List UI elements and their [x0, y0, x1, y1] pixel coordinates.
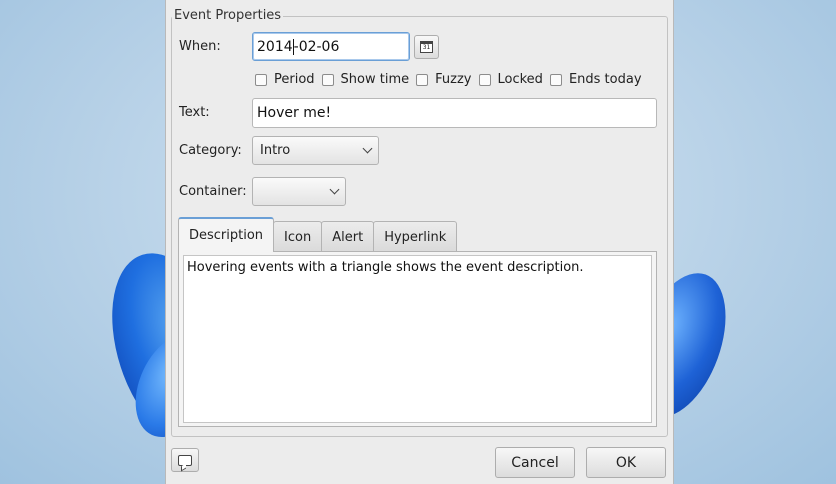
help-button[interactable] [171, 448, 199, 472]
date-text-part1: 2014 [257, 38, 293, 55]
container-select[interactable] [252, 177, 346, 206]
chevron-down-icon [362, 143, 373, 154]
calendar-button[interactable]: 31 [414, 35, 439, 59]
checkbox-box[interactable] [255, 73, 267, 86]
calendar-icon: 31 [420, 41, 433, 53]
category-label: Category: [179, 143, 242, 158]
tab-alert[interactable]: Alert [321, 221, 375, 252]
chevron-down-icon [329, 184, 340, 195]
locked-checkbox[interactable]: Locked [478, 72, 543, 87]
checkbox-box[interactable] [321, 73, 334, 86]
text-input[interactable]: Hover me! [252, 98, 657, 128]
checkbox-box[interactable] [416, 73, 429, 86]
ends-today-label: Ends today [568, 72, 642, 87]
tab-icon[interactable]: Icon [273, 221, 323, 252]
tab-description[interactable]: Description [178, 217, 275, 252]
date-text-part2: -02-06 [293, 38, 340, 55]
period-checkbox[interactable]: Period [255, 72, 315, 87]
fuzzy-checkbox[interactable]: Fuzzy [416, 72, 472, 87]
description-textarea[interactable]: Hovering events with a triangle shows th… [183, 255, 652, 423]
checkbox-box[interactable] [478, 73, 491, 86]
checkbox-box[interactable] [549, 73, 562, 86]
show-time-label: Show time [340, 72, 410, 87]
ok-button[interactable]: OK [586, 447, 666, 478]
ends-today-checkbox[interactable]: Ends today [549, 72, 642, 87]
locked-label: Locked [497, 72, 543, 87]
event-properties-dialog: Event Properties When: 2014 -02-06 31 Per… [165, 0, 674, 484]
date-input[interactable]: 2014 -02-06 [252, 32, 410, 61]
group-title: Event Properties [172, 8, 284, 23]
event-flags: Period Show time Fuzzy Locked Ends today [255, 72, 649, 87]
description-tab-panel: Hovering events with a triangle shows th… [178, 251, 657, 427]
when-label: When: [179, 39, 221, 54]
text-value: Hover me! [257, 105, 332, 121]
period-label: Period [274, 72, 315, 87]
category-select[interactable]: Intro [252, 136, 379, 165]
tab-hyperlink[interactable]: Hyperlink [373, 221, 458, 252]
tab-bar: Description Icon Alert Hyperlink [178, 217, 458, 252]
show-time-checkbox[interactable]: Show time [321, 72, 410, 87]
speech-bubble-icon [178, 454, 192, 466]
cancel-button[interactable]: Cancel [495, 447, 575, 478]
fuzzy-label: Fuzzy [435, 72, 472, 87]
container-label: Container: [179, 184, 247, 199]
category-value: Intro [260, 143, 291, 158]
text-label: Text: [179, 105, 210, 120]
